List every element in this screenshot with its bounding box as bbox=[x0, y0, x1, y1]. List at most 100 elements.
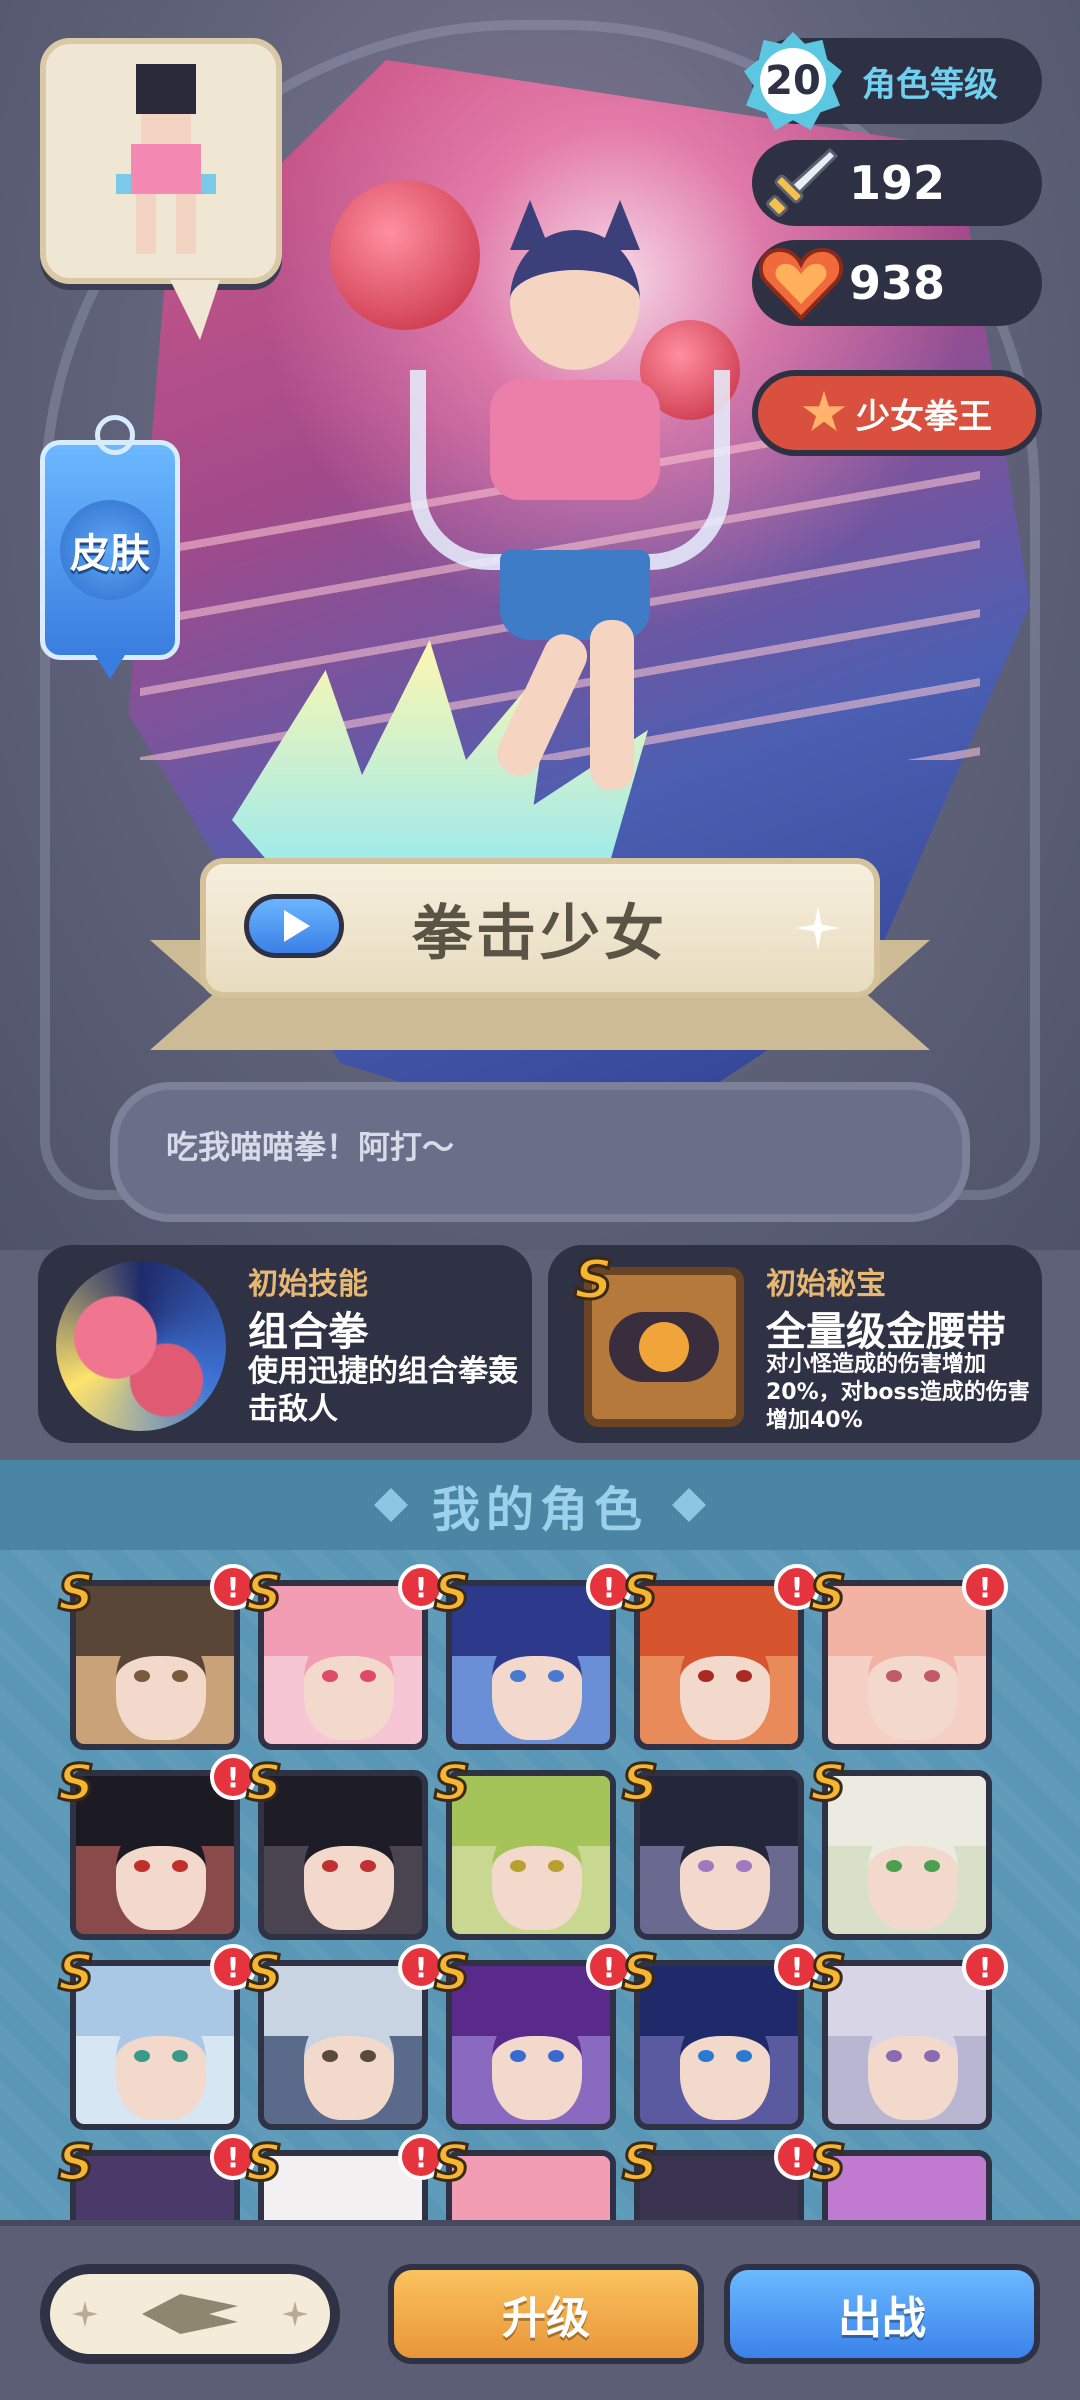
character-slot[interactable] bbox=[822, 1770, 992, 1940]
heart-icon bbox=[758, 247, 844, 321]
character-slot[interactable] bbox=[822, 2150, 992, 2220]
character-rank: S bbox=[808, 1564, 847, 1622]
character-slot[interactable] bbox=[258, 1580, 428, 1750]
character-slot[interactable] bbox=[446, 1960, 616, 2130]
character-grid: S! S! S! S! S! S! S S S S S! S! S! S! S! S! S! S S! S bbox=[0, 1550, 1080, 2220]
portrait-hair bbox=[452, 1586, 610, 1656]
portrait-hair bbox=[828, 1586, 986, 1656]
portrait-hair bbox=[828, 1776, 986, 1846]
play-icon bbox=[284, 910, 310, 942]
portrait-hair bbox=[452, 1776, 610, 1846]
character-slot[interactable] bbox=[634, 1770, 804, 1940]
header-left-ornament-icon bbox=[373, 1488, 408, 1522]
character-rank: S bbox=[432, 1754, 471, 1812]
pixel-avatar[interactable] bbox=[40, 38, 282, 284]
character-slot[interactable] bbox=[258, 1960, 428, 2130]
character-slot[interactable] bbox=[634, 1960, 804, 2130]
character-rank: S bbox=[808, 1944, 847, 2002]
character-slot[interactable] bbox=[634, 1580, 804, 1750]
back-button[interactable] bbox=[40, 2264, 340, 2364]
pixel-character-icon bbox=[106, 64, 226, 264]
character-rank: S bbox=[432, 1944, 471, 2002]
upgrade-button[interactable]: 升级 bbox=[388, 2264, 704, 2364]
sparkle-icon bbox=[796, 906, 840, 950]
portrait-hair bbox=[452, 2156, 610, 2220]
character-illustration bbox=[370, 190, 750, 810]
character-rank: S bbox=[808, 2134, 847, 2192]
portrait-hair bbox=[828, 1966, 986, 2036]
character-rank: S bbox=[432, 1564, 471, 1622]
alert-badge-icon: ! bbox=[962, 1564, 1008, 1610]
character-slot[interactable] bbox=[70, 1960, 240, 2130]
my-characters-panel: 我的角色 S! S! S! S! S! S! S S S S S! S! S! S! S! S! S! S S! S bbox=[0, 1460, 1080, 2220]
character-rank: S bbox=[56, 1564, 95, 1622]
character-slot[interactable] bbox=[446, 2150, 616, 2220]
portrait-hair bbox=[264, 1586, 422, 1656]
play-voice-button[interactable] bbox=[244, 894, 344, 958]
header-right-ornament-icon bbox=[672, 1488, 706, 1522]
character-slot[interactable] bbox=[258, 1770, 428, 1940]
alert-badge-icon: ! bbox=[962, 1944, 1008, 1990]
character-name: 拳击少女 bbox=[412, 898, 668, 969]
skill-tag: 初始技能 bbox=[248, 1267, 368, 1302]
portrait-hair bbox=[640, 2156, 798, 2220]
character-slot[interactable] bbox=[446, 1770, 616, 1940]
portrait-hair bbox=[264, 1776, 422, 1846]
character-rank: S bbox=[620, 2134, 659, 2192]
character-rank: S bbox=[432, 2134, 471, 2192]
portrait-hair bbox=[452, 1966, 610, 2036]
star-icon bbox=[802, 391, 846, 432]
portrait-hair bbox=[640, 1966, 798, 2036]
character-slot[interactable] bbox=[446, 1580, 616, 1750]
sword-icon bbox=[766, 147, 839, 217]
treasure-rank: S bbox=[573, 1248, 615, 1311]
back-arrow-icon bbox=[142, 2294, 238, 2334]
sparkle-icon bbox=[282, 2301, 308, 2327]
character-title: 少女拳王 bbox=[856, 396, 992, 437]
skill-description: 使用迅捷的组合拳轰击敌人 bbox=[248, 1354, 518, 1427]
roster-header: 我的角色 bbox=[0, 1460, 1080, 1550]
character-slot[interactable] bbox=[70, 1580, 240, 1750]
bottom-action-bar: 升级 出战 bbox=[0, 2220, 1080, 2400]
character-rank: S bbox=[620, 1944, 659, 2002]
treasure-description: 对小怪造成的伤害增加20%，对boss造成的伤害增加40% bbox=[766, 1352, 1030, 1433]
character-quote: 吃我喵喵拳！阿打～ bbox=[110, 1082, 970, 1222]
name-banner: 拳击少女 bbox=[200, 858, 880, 998]
level-value: 20 bbox=[760, 48, 826, 114]
character-rank: S bbox=[620, 1754, 659, 1812]
character-rank: S bbox=[244, 2134, 283, 2192]
skin-button[interactable]: 皮肤 bbox=[40, 415, 180, 660]
portrait-hair bbox=[76, 1966, 234, 2036]
skill-name: 组合拳 bbox=[248, 1309, 368, 1355]
character-rank: S bbox=[244, 1564, 283, 1622]
initial-skill-card[interactable]: 初始技能 组合拳 使用迅捷的组合拳轰击敌人 bbox=[38, 1245, 532, 1443]
character-rank: S bbox=[808, 1754, 847, 1812]
character-rank: S bbox=[620, 1564, 659, 1622]
initial-treasure-card[interactable]: S 初始秘宝 全量级金腰带 对小怪造成的伤害增加20%，对boss造成的伤害增加… bbox=[548, 1245, 1042, 1443]
portrait-hair bbox=[76, 2156, 234, 2220]
treasure-tag: 初始秘宝 bbox=[766, 1267, 886, 1302]
character-rank: S bbox=[56, 1944, 95, 2002]
skin-label: 皮肤 bbox=[60, 500, 160, 600]
character-rank: S bbox=[56, 2134, 95, 2192]
level-pill: 20 角色等级 bbox=[744, 32, 1042, 130]
sparkle-icon bbox=[72, 2301, 98, 2327]
portrait-hair bbox=[76, 1586, 234, 1656]
portrait-hair bbox=[264, 1966, 422, 2036]
portrait-hair bbox=[264, 2156, 422, 2220]
character-title-badge[interactable]: 少女拳王 bbox=[752, 370, 1042, 456]
character-rank: S bbox=[244, 1944, 283, 2002]
portrait-hair bbox=[828, 2156, 986, 2220]
attack-pill: 192 bbox=[752, 140, 1042, 226]
character-rank: S bbox=[56, 1754, 95, 1812]
portrait-hair bbox=[640, 1776, 798, 1846]
deploy-button[interactable]: 出战 bbox=[724, 2264, 1040, 2364]
character-slot[interactable] bbox=[70, 1770, 240, 1940]
character-slot[interactable] bbox=[822, 1960, 992, 2130]
treasure-name: 全量级金腰带 bbox=[766, 1309, 1006, 1355]
portrait-hair bbox=[76, 1776, 234, 1846]
character-slot[interactable] bbox=[822, 1580, 992, 1750]
roster-title: 我的角色 bbox=[431, 1482, 648, 1538]
health-pill: 938 bbox=[752, 240, 1042, 326]
combo-punch-skill-icon bbox=[56, 1261, 226, 1431]
